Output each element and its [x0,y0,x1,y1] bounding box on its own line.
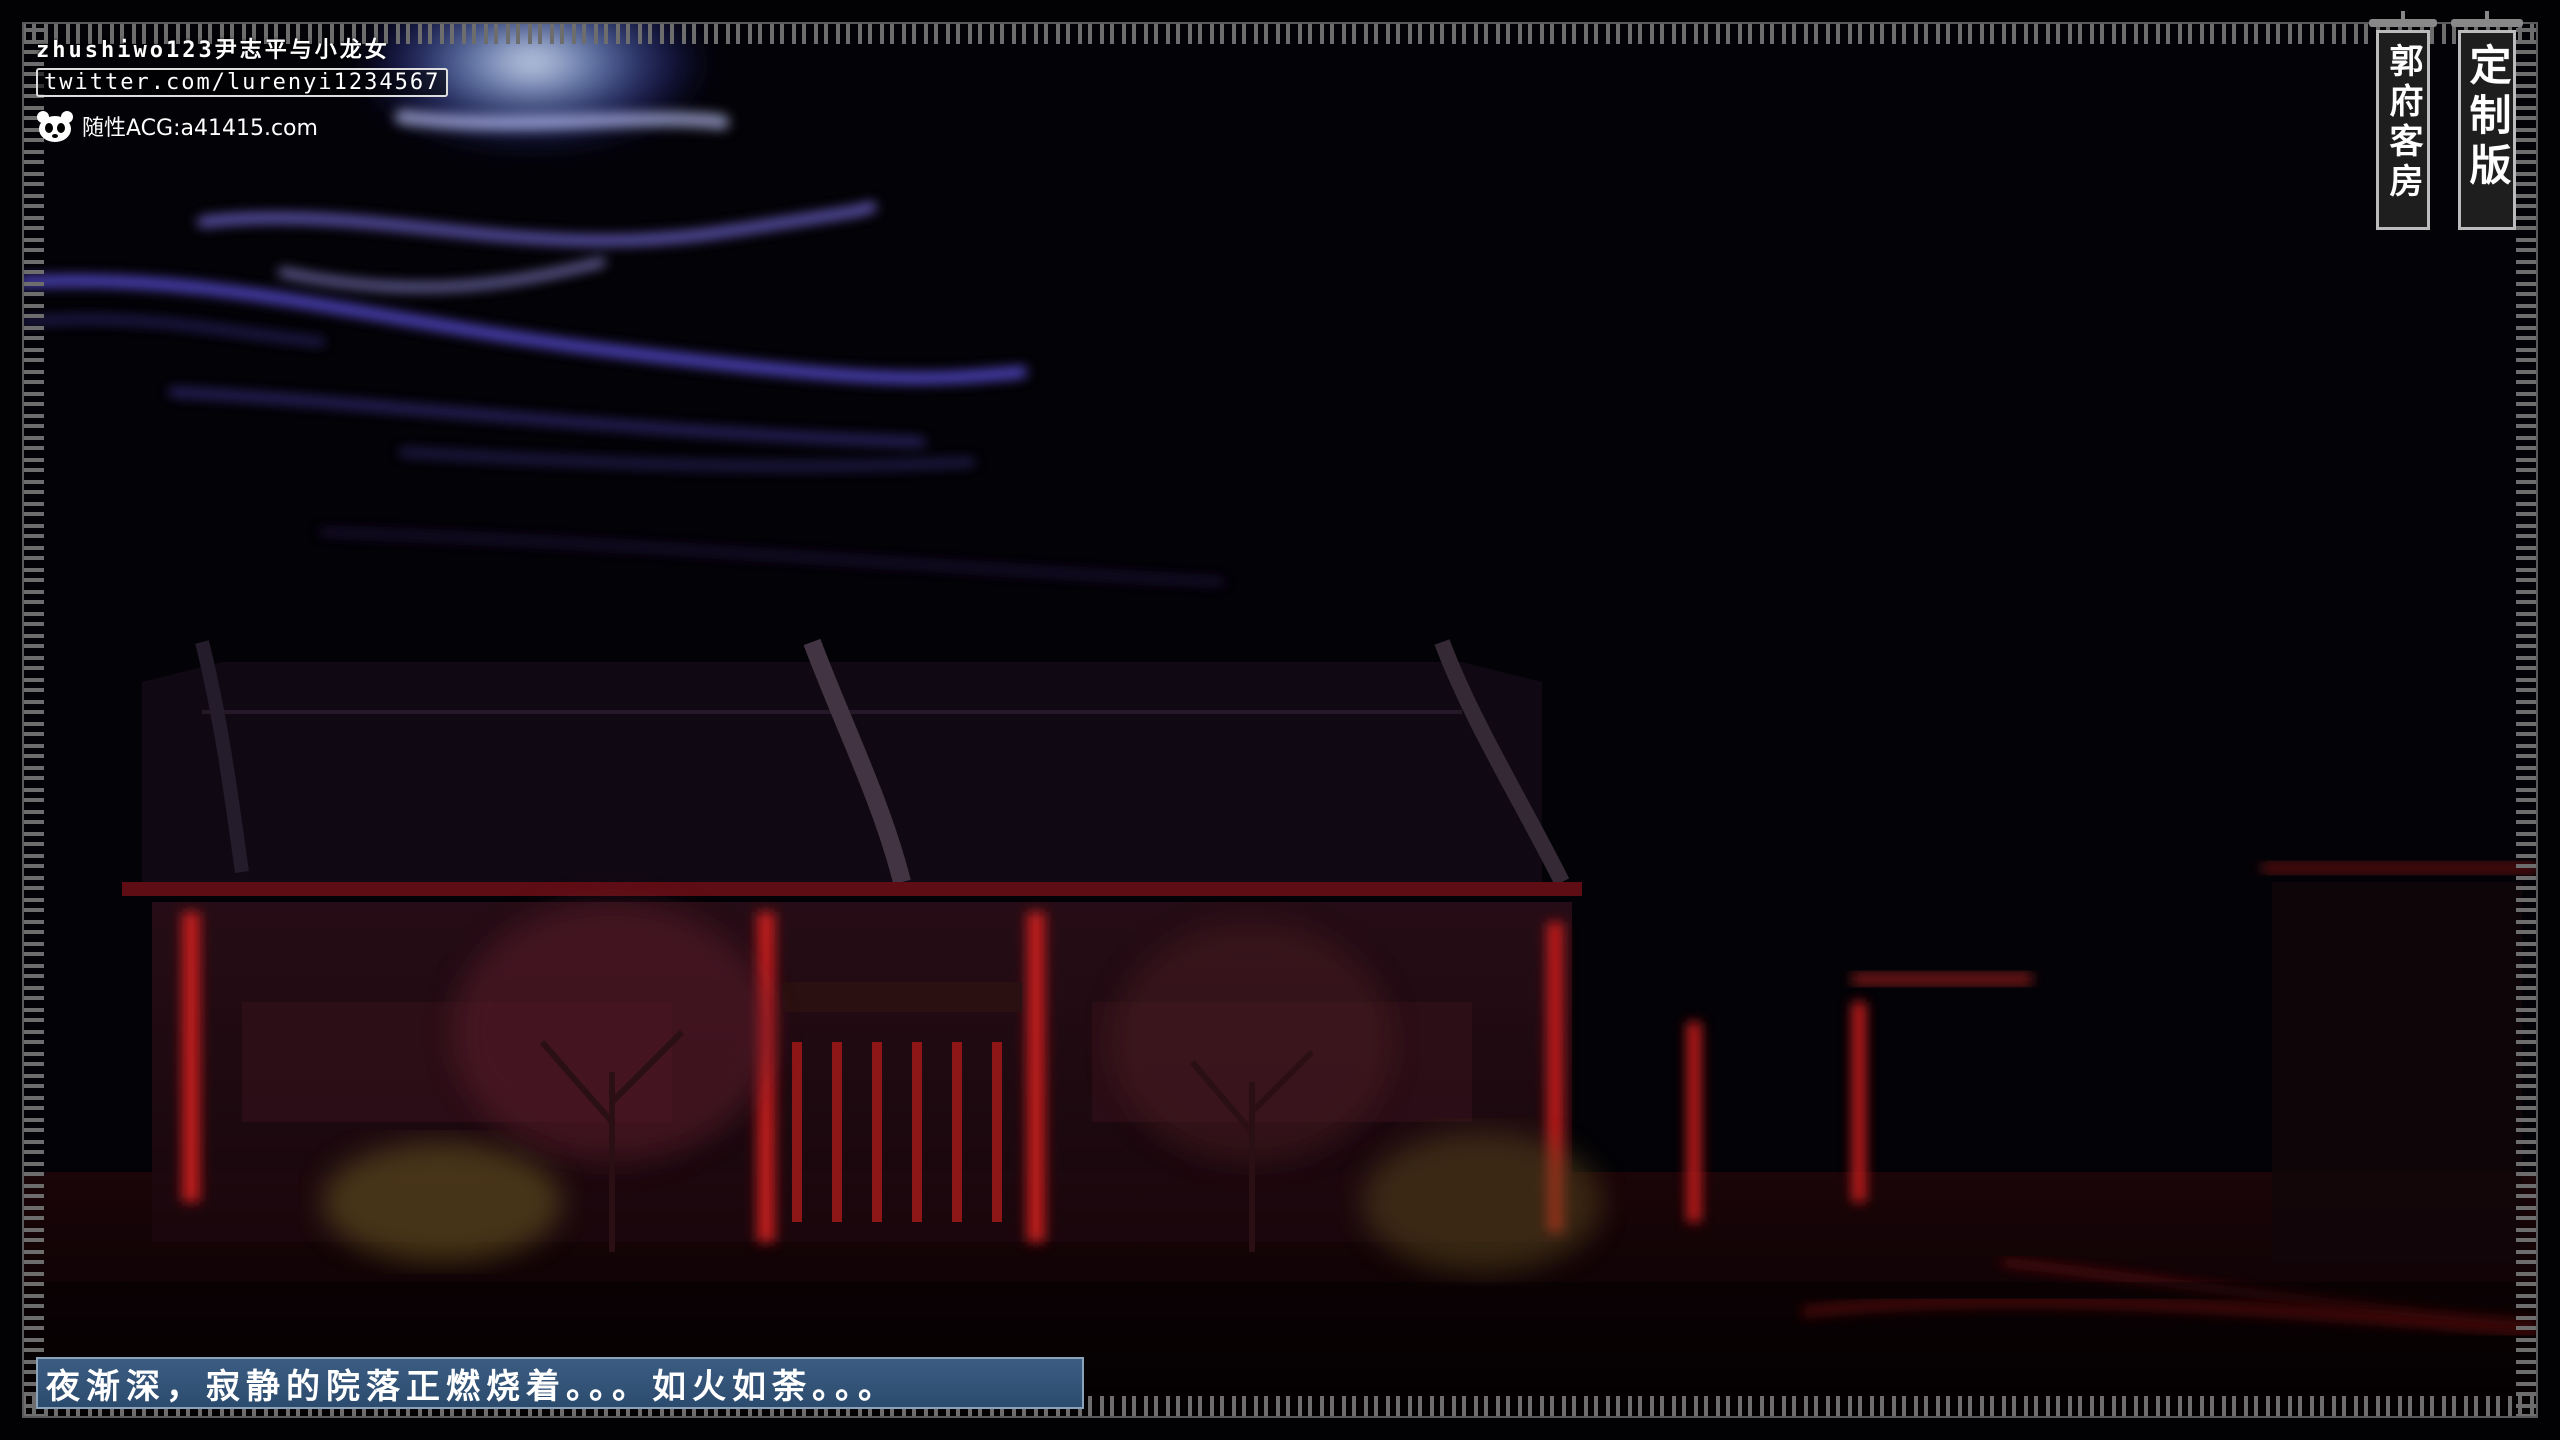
watermark-twitter: twitter.com/lurenyi1234567 [36,68,449,97]
watermark-site-text: 随性ACG:a41415.com [82,116,318,141]
watermark-site: 随性ACG:a41415.com [36,109,448,143]
background-scene [22,22,2538,1418]
edition-banner: 定制版 [2451,11,2523,230]
watermark: zhushiwo123尹志平与小龙女 twitter.com/lurenyi12… [36,32,449,143]
edition-text: 定制版 [2463,43,2512,193]
dialogue-box[interactable]: 夜渐深，寂静的院落正燃烧着。。。如火如荼。。。 [36,1357,1084,1409]
dialogue-text: 夜渐深，寂静的院落正燃烧着。。。如火如荼。。。 [46,1366,898,1407]
game-screen[interactable]: zhushiwo123尹志平与小龙女 twitter.com/lurenyi12… [0,0,2560,1440]
location-banner: 郭府客房 [2369,11,2437,230]
watermark-author: zhushiwo123尹志平与小龙女 [36,38,390,63]
location-text: 郭府客房 [2383,43,2423,203]
panda-icon [37,111,73,142]
